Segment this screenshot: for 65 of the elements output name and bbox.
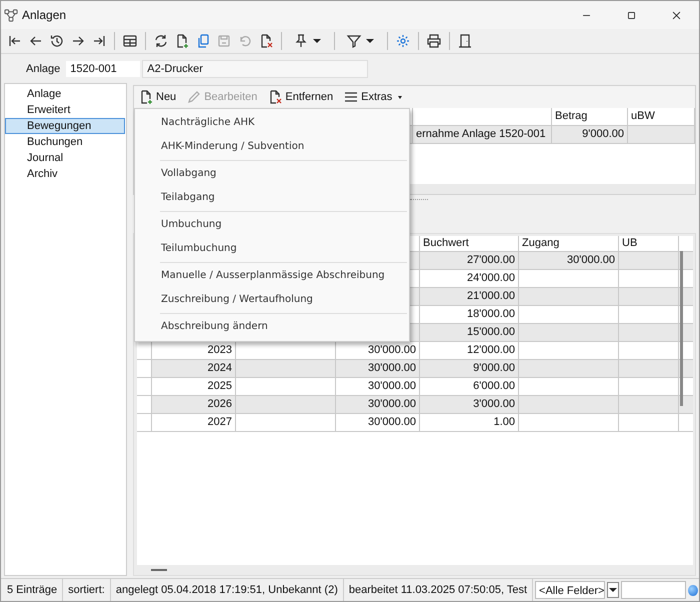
- sidebar-item[interactable]: Anlage: [5, 86, 125, 102]
- table-cell: 3'000.00: [420, 396, 519, 413]
- sidebar-item[interactable]: Journal: [5, 150, 125, 166]
- sort-status: sortiert:: [65, 579, 111, 601]
- refresh-icon: [153, 33, 169, 49]
- maximize-icon: [626, 10, 637, 20]
- filter-icon: [346, 33, 362, 49]
- record-name-field[interactable]: A2-Drucker: [142, 60, 368, 78]
- nodes-icon: [4, 8, 19, 22]
- table-cell: ernahme Anlage 1520-001: [413, 126, 552, 143]
- sidebar-item[interactable]: Bewegungen: [5, 118, 125, 134]
- record-number-field[interactable]: 1520-001: [66, 61, 140, 77]
- pin-icon: [293, 33, 309, 49]
- menu-item[interactable]: Teilumbuchung: [135, 237, 409, 261]
- action-button[interactable]: Entfernen: [265, 87, 336, 107]
- table-cell: 18'000.00: [420, 306, 519, 323]
- field-label: Anlage: [26, 63, 60, 75]
- horizontal-scrollbar[interactable]: [151, 569, 167, 571]
- table-cell: 30'000.00: [519, 252, 619, 269]
- menu-item[interactable]: Nachträgliche AHK: [135, 111, 409, 135]
- sidebar-item[interactable]: Buchungen: [5, 134, 125, 150]
- dropdown-button[interactable]: [607, 582, 620, 598]
- table-cell: 12'000.00: [420, 342, 519, 359]
- menu-item[interactable]: AHK-Minderung / Subvention: [135, 135, 409, 159]
- column-header[interactable]: Zugang: [519, 236, 619, 251]
- table-cell: 27'000.00: [420, 252, 519, 269]
- sidebar-item[interactable]: Erweitert: [5, 102, 125, 118]
- table-cell: 6'000.00: [420, 378, 519, 395]
- table-cell: 1.00: [420, 414, 519, 431]
- table-cell: 2025: [152, 378, 236, 395]
- extras-menu-button[interactable]: Extras: [341, 87, 404, 107]
- menu-item[interactable]: Zuschreibung / Wertaufholung: [135, 288, 409, 312]
- table-cell: 9'000.00: [420, 360, 519, 377]
- sidebar-item[interactable]: Archiv: [5, 166, 125, 182]
- record-count: 5 Einträge: [4, 579, 64, 601]
- close-icon: [671, 10, 682, 20]
- table-cell: 2027: [152, 414, 236, 431]
- table-icon: [122, 33, 138, 49]
- first-record-icon: [7, 33, 23, 49]
- table-cell: 30'000.00: [336, 378, 420, 395]
- save-icon: [216, 33, 232, 49]
- pencil-icon: [186, 89, 202, 105]
- menu-item[interactable]: Vollabgang: [135, 162, 409, 186]
- table-cell: 21'000.00: [420, 288, 519, 305]
- menu-item[interactable]: Umbuchung: [135, 213, 409, 237]
- window-title: Anlagen: [22, 8, 66, 22]
- door-icon: [457, 33, 473, 49]
- action-button[interactable]: Neu: [136, 87, 178, 107]
- table-cell: 30'000.00: [336, 396, 420, 413]
- table-cell: 2024: [152, 360, 236, 377]
- table-cell: 30'000.00: [336, 414, 420, 431]
- table-cell: 9'000.00: [552, 126, 628, 143]
- field-filter-dropdown[interactable]: <Alle Felder>: [535, 581, 606, 599]
- table-cell: 24'000.00: [420, 270, 519, 287]
- search-field[interactable]: [621, 581, 686, 599]
- table-cell: 30'000.00: [336, 360, 420, 377]
- table-cell: 2026: [152, 396, 236, 413]
- menu-item[interactable]: Teilabgang: [135, 186, 409, 210]
- print-icon: [426, 33, 442, 49]
- menu-item[interactable]: Abschreibung ändern: [135, 315, 409, 339]
- last-record-icon: [91, 33, 107, 49]
- menu-item[interactable]: Manuelle / Ausserplanmässige Abschreibung: [135, 264, 409, 288]
- history-icon: [49, 33, 65, 49]
- vertical-scrollbar[interactable]: [680, 251, 683, 406]
- table-cell: 15'000.00: [420, 324, 519, 341]
